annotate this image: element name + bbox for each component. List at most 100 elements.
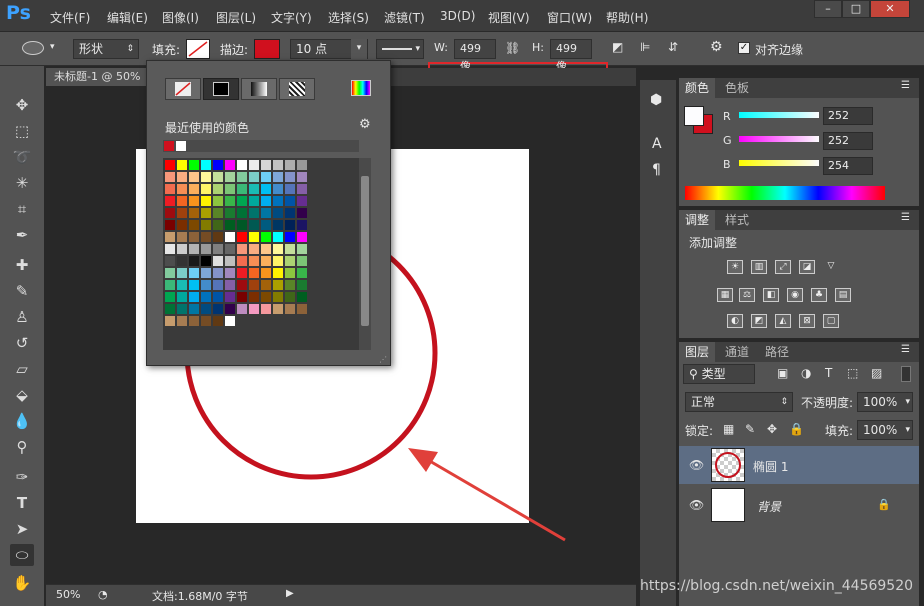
color-swatch[interactable]	[273, 208, 283, 218]
color-swatch[interactable]	[213, 244, 223, 254]
color-swatch[interactable]	[285, 184, 295, 194]
color-swatch[interactable]	[177, 256, 187, 266]
color-swatch[interactable]	[177, 244, 187, 254]
type-filter-icon[interactable]: T	[825, 366, 832, 380]
color-swatch[interactable]	[201, 244, 211, 254]
color-swatch[interactable]	[261, 172, 271, 182]
color-swatch[interactable]	[297, 172, 307, 182]
clone-stamp-tool-icon[interactable]: ♙	[10, 306, 34, 328]
path-alignment-icon[interactable]: ⊫	[640, 40, 650, 54]
tool-mode-select[interactable]: 形状 ⇕	[73, 39, 139, 59]
stroke-width-field[interactable]: 10 点 ▾	[290, 39, 368, 59]
red-slider[interactable]	[739, 112, 819, 118]
menu-type[interactable]: 文字(Y)	[271, 9, 312, 26]
menu-file[interactable]: 文件(F)	[50, 9, 90, 26]
menu-image[interactable]: 图像(I)	[162, 9, 199, 26]
color-swatch[interactable]	[249, 160, 259, 170]
color-swatch[interactable]	[249, 208, 259, 218]
color-swatch[interactable]	[297, 256, 307, 266]
menu-select[interactable]: 选择(S)	[328, 9, 369, 26]
color-swatch[interactable]	[249, 184, 259, 194]
color-swatch[interactable]	[165, 208, 175, 218]
eye-icon[interactable]: 👁	[689, 458, 704, 472]
brush-tool-icon[interactable]: ✎	[10, 280, 34, 302]
blend-mode-select[interactable]: 正常 ⇕	[685, 392, 793, 412]
hand-tool-icon[interactable]: ✋	[10, 572, 34, 594]
fill-swatch[interactable]	[186, 39, 210, 59]
color-swatch[interactable]	[201, 256, 211, 266]
color-swatch[interactable]	[225, 172, 235, 182]
color-swatch[interactable]	[201, 268, 211, 278]
blur-tool-icon[interactable]: 💧	[10, 410, 34, 432]
color-swatch[interactable]	[249, 268, 259, 278]
tab-swatches[interactable]: 色板	[719, 78, 755, 98]
color-swatch[interactable]	[285, 172, 295, 182]
color-swatch[interactable]	[237, 256, 247, 266]
color-swatch[interactable]	[177, 220, 187, 230]
color-swatch[interactable]	[201, 160, 211, 170]
color-swatch[interactable]	[225, 208, 235, 218]
color-swatch[interactable]	[261, 268, 271, 278]
tab-color[interactable]: 颜色	[679, 78, 716, 98]
document-profile-icon[interactable]: ◔	[98, 588, 108, 601]
blue-value[interactable]: 254	[823, 157, 873, 175]
exposure-icon[interactable]: ◪	[799, 260, 815, 274]
color-swatch[interactable]	[189, 196, 199, 206]
color-swatch[interactable]	[225, 280, 235, 290]
color-swatch[interactable]	[201, 196, 211, 206]
color-swatch[interactable]	[261, 304, 271, 314]
ellipse-tool-icon[interactable]: ⬭	[10, 544, 34, 566]
color-swatch[interactable]	[297, 280, 307, 290]
color-swatch[interactable]	[249, 304, 259, 314]
color-swatch[interactable]	[201, 208, 211, 218]
paragraph-panel-icon[interactable]: ¶	[652, 162, 661, 178]
tab-adjustments[interactable]: 调整	[679, 210, 716, 230]
document-info[interactable]: 文档:1.68M/0 字节	[152, 588, 248, 604]
swatch-scrollbar[interactable]	[359, 158, 371, 350]
tab-channels[interactable]: 通道	[719, 342, 755, 362]
color-swatch[interactable]	[177, 304, 187, 314]
color-swatch[interactable]	[165, 268, 175, 278]
color-swatch[interactable]	[285, 232, 295, 242]
menu-window[interactable]: 窗口(W)	[547, 9, 592, 26]
move-tool-icon[interactable]: ✥	[10, 94, 34, 116]
color-swatch[interactable]	[213, 268, 223, 278]
height-field[interactable]: 499 像	[550, 39, 592, 73]
photo-filter-icon[interactable]: ◉	[787, 288, 803, 302]
color-swatch[interactable]	[297, 268, 307, 278]
color-swatch[interactable]	[285, 292, 295, 302]
marquee-tool-icon[interactable]: ⬚	[10, 120, 34, 142]
color-swatch[interactable]	[177, 268, 187, 278]
color-swatch[interactable]	[213, 292, 223, 302]
crop-tool-icon[interactable]: ⌗	[10, 198, 34, 220]
link-icon[interactable]: ⛓	[505, 41, 520, 55]
color-swatch[interactable]	[261, 196, 271, 206]
color-swatch[interactable]	[213, 184, 223, 194]
color-swatch[interactable]	[189, 268, 199, 278]
color-swatch[interactable]	[177, 184, 187, 194]
color-swatch[interactable]	[201, 316, 211, 326]
color-swatch[interactable]	[273, 304, 283, 314]
color-swatch[interactable]	[237, 280, 247, 290]
ellipse-tool-preset-icon[interactable]	[22, 41, 44, 55]
color-swatch[interactable]	[213, 316, 223, 326]
gear-icon[interactable]: ⚙	[359, 117, 371, 132]
color-swatch[interactable]	[189, 292, 199, 302]
menu-view[interactable]: 视图(V)	[488, 9, 530, 26]
color-swatch[interactable]	[225, 196, 235, 206]
color-swatch[interactable]	[225, 304, 235, 314]
color-swatch[interactable]	[165, 220, 175, 230]
dodge-tool-icon[interactable]: ⚲	[10, 436, 34, 458]
color-swatch[interactable]	[237, 292, 247, 302]
color-lookup-icon[interactable]: ▤	[835, 288, 851, 302]
color-swatch[interactable]	[213, 232, 223, 242]
color-swatch[interactable]	[237, 160, 247, 170]
color-picker-icon[interactable]	[351, 80, 371, 96]
chevron-down-icon[interactable]: ▾	[351, 39, 367, 59]
color-swatch[interactable]	[225, 184, 235, 194]
lasso-tool-icon[interactable]: ➰	[10, 146, 34, 168]
invert-icon[interactable]: ◐	[727, 314, 743, 328]
color-swatch[interactable]	[201, 232, 211, 242]
healing-brush-tool-icon[interactable]: ✚	[10, 254, 34, 276]
hue-saturation-icon[interactable]: ▦	[717, 288, 733, 302]
